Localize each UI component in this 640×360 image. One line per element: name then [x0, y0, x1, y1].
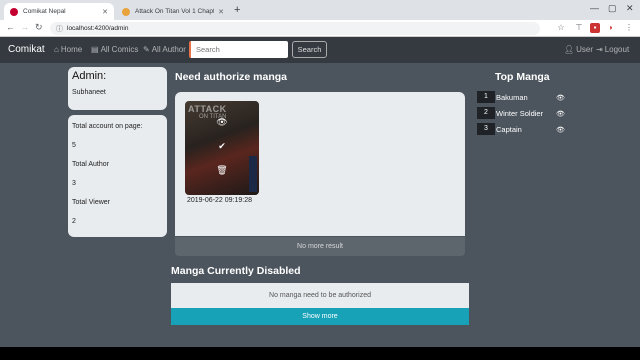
rank-badge: 1 [477, 91, 495, 103]
nav-logout[interactable]: ⇥ Logout [596, 45, 629, 54]
forward-icon[interactable]: → [20, 22, 29, 32]
nav-all-comics-label: All Comics [100, 45, 139, 54]
close-tab-icon[interactable]: ✕ [102, 8, 108, 16]
total-account-label: Total account on page: [72, 123, 143, 130]
tab-title: Attack On Titan Vol 1 Chapter 1 [135, 8, 215, 15]
extension-pocket-icon[interactable]: ◗ [606, 23, 616, 33]
top-manga-name: Captain [496, 124, 522, 134]
logout-icon: ⇥ [596, 45, 603, 54]
extension-red-icon[interactable]: ▪ [590, 23, 600, 33]
no-more-result: No more result [175, 237, 465, 256]
eye-icon[interactable]: 👁︎ [556, 126, 565, 134]
admin-name: Subhaneet [72, 89, 106, 96]
search-button[interactable]: Search [292, 41, 327, 58]
total-viewer-value: 2 [72, 218, 76, 225]
os-taskbar [0, 347, 640, 360]
top-manga-heading: Top Manga [495, 71, 550, 83]
menu-kebab-icon[interactable]: ⋮ [624, 23, 634, 33]
tab-title: Comikat Nepal [23, 8, 66, 15]
maximize-icon[interactable]: ▢ [608, 3, 617, 14]
authorize-card: ATTACK ON TITAN 👁︎ ✔ 🗑︎ 2019-06-22 09:19… [175, 92, 465, 236]
url-text: localhost:4200/admin [67, 25, 129, 32]
trash-icon[interactable]: 🗑︎ [216, 165, 228, 176]
home-icon: ⌂ [54, 45, 59, 54]
nav-user[interactable]: 👤︎ User [564, 45, 593, 54]
eye-icon[interactable]: 👁︎ [556, 94, 565, 102]
show-more-button[interactable]: Show more [171, 308, 469, 325]
top-manga-item[interactable]: 2 Winter Soldier [477, 107, 543, 119]
stats-card: Total account on page: 5 Total Author 3 … [68, 115, 167, 237]
admin-title: Admin: [72, 70, 107, 82]
minimize-icon[interactable]: — [590, 3, 599, 13]
check-icon[interactable]: ✔ [216, 141, 228, 152]
extension-icon[interactable]: ⊤ [574, 23, 584, 33]
browser-tab-attack-on-titan[interactable]: Attack On Titan Vol 1 Chapter 1 ✕ [116, 3, 230, 20]
authorize-heading: Need authorize manga [175, 71, 288, 83]
pencil-icon: ✎ [143, 45, 150, 54]
total-account-value: 5 [72, 142, 76, 149]
eye-icon[interactable]: 👁︎ [216, 117, 228, 128]
bookmark-star-icon[interactable]: ☆ [556, 23, 566, 33]
nav-home-label: Home [60, 45, 83, 54]
manga-cover[interactable]: ATTACK ON TITAN 👁︎ ✔ 🗑︎ [185, 101, 259, 195]
angular-favicon-icon [10, 7, 18, 16]
rank-badge: 2 [477, 107, 495, 119]
address-bar[interactable]: ⓘ localhost:4200/admin [50, 22, 540, 35]
site-favicon-icon [122, 7, 130, 16]
top-manga-item[interactable]: 3 Captain [477, 123, 522, 135]
total-author-label: Total Author [72, 161, 109, 168]
top-manga-item[interactable]: 1 Bakuman [477, 91, 528, 103]
nav-all-comics[interactable]: ▤ All Comics [91, 45, 138, 54]
total-author-value: 3 [72, 180, 76, 187]
new-tab-icon[interactable]: + [234, 4, 240, 16]
book-icon: ▤ [91, 45, 99, 54]
search-input[interactable] [189, 41, 288, 58]
nav-user-label: User [576, 45, 594, 54]
close-tab-icon[interactable]: ✕ [218, 8, 224, 16]
nav-logout-label: Logout [604, 45, 630, 54]
disabled-heading: Manga Currently Disabled [171, 265, 301, 277]
total-viewer-label: Total Viewer [72, 199, 111, 206]
top-manga-name: Winter Soldier [496, 108, 544, 118]
rank-badge: 3 [477, 123, 495, 135]
nav-all-author-label: All Author [151, 45, 186, 54]
browser-toolbar: ← → ↻ ⓘ localhost:4200/admin ☆ ⊤ ▪ ◗ ⋮ [0, 20, 640, 37]
admin-page: Admin: Subhaneet Total account on page: … [0, 63, 640, 347]
browser-tabstrip: Comikat Nepal ✕ Attack On Titan Vol 1 Ch… [0, 0, 640, 20]
top-manga-name: Bakuman [496, 92, 528, 102]
brand-logo[interactable]: Comikat [8, 44, 45, 55]
nav-all-author[interactable]: ✎ All Author [143, 45, 186, 54]
user-icon: 👤︎ [564, 45, 575, 54]
browser-tab-comikat[interactable]: Comikat Nepal ✕ [4, 3, 114, 20]
info-icon[interactable]: ⓘ [56, 24, 63, 34]
manga-date: 2019-06-22 09:19:28 [187, 197, 252, 204]
disabled-empty-message: No manga need to be authorized [171, 283, 469, 308]
eye-icon[interactable]: 👁︎ [556, 110, 565, 118]
reload-icon[interactable]: ↻ [35, 22, 43, 33]
app-navbar: Comikat ⌂ Home ▤ All Comics ✎ All Author Se… [0, 37, 640, 63]
admin-card: Admin: Subhaneet [68, 67, 167, 110]
nav-home[interactable]: ⌂ Home [54, 45, 82, 54]
close-window-icon[interactable]: ✕ [626, 3, 634, 14]
back-icon[interactable]: ← [6, 22, 15, 32]
